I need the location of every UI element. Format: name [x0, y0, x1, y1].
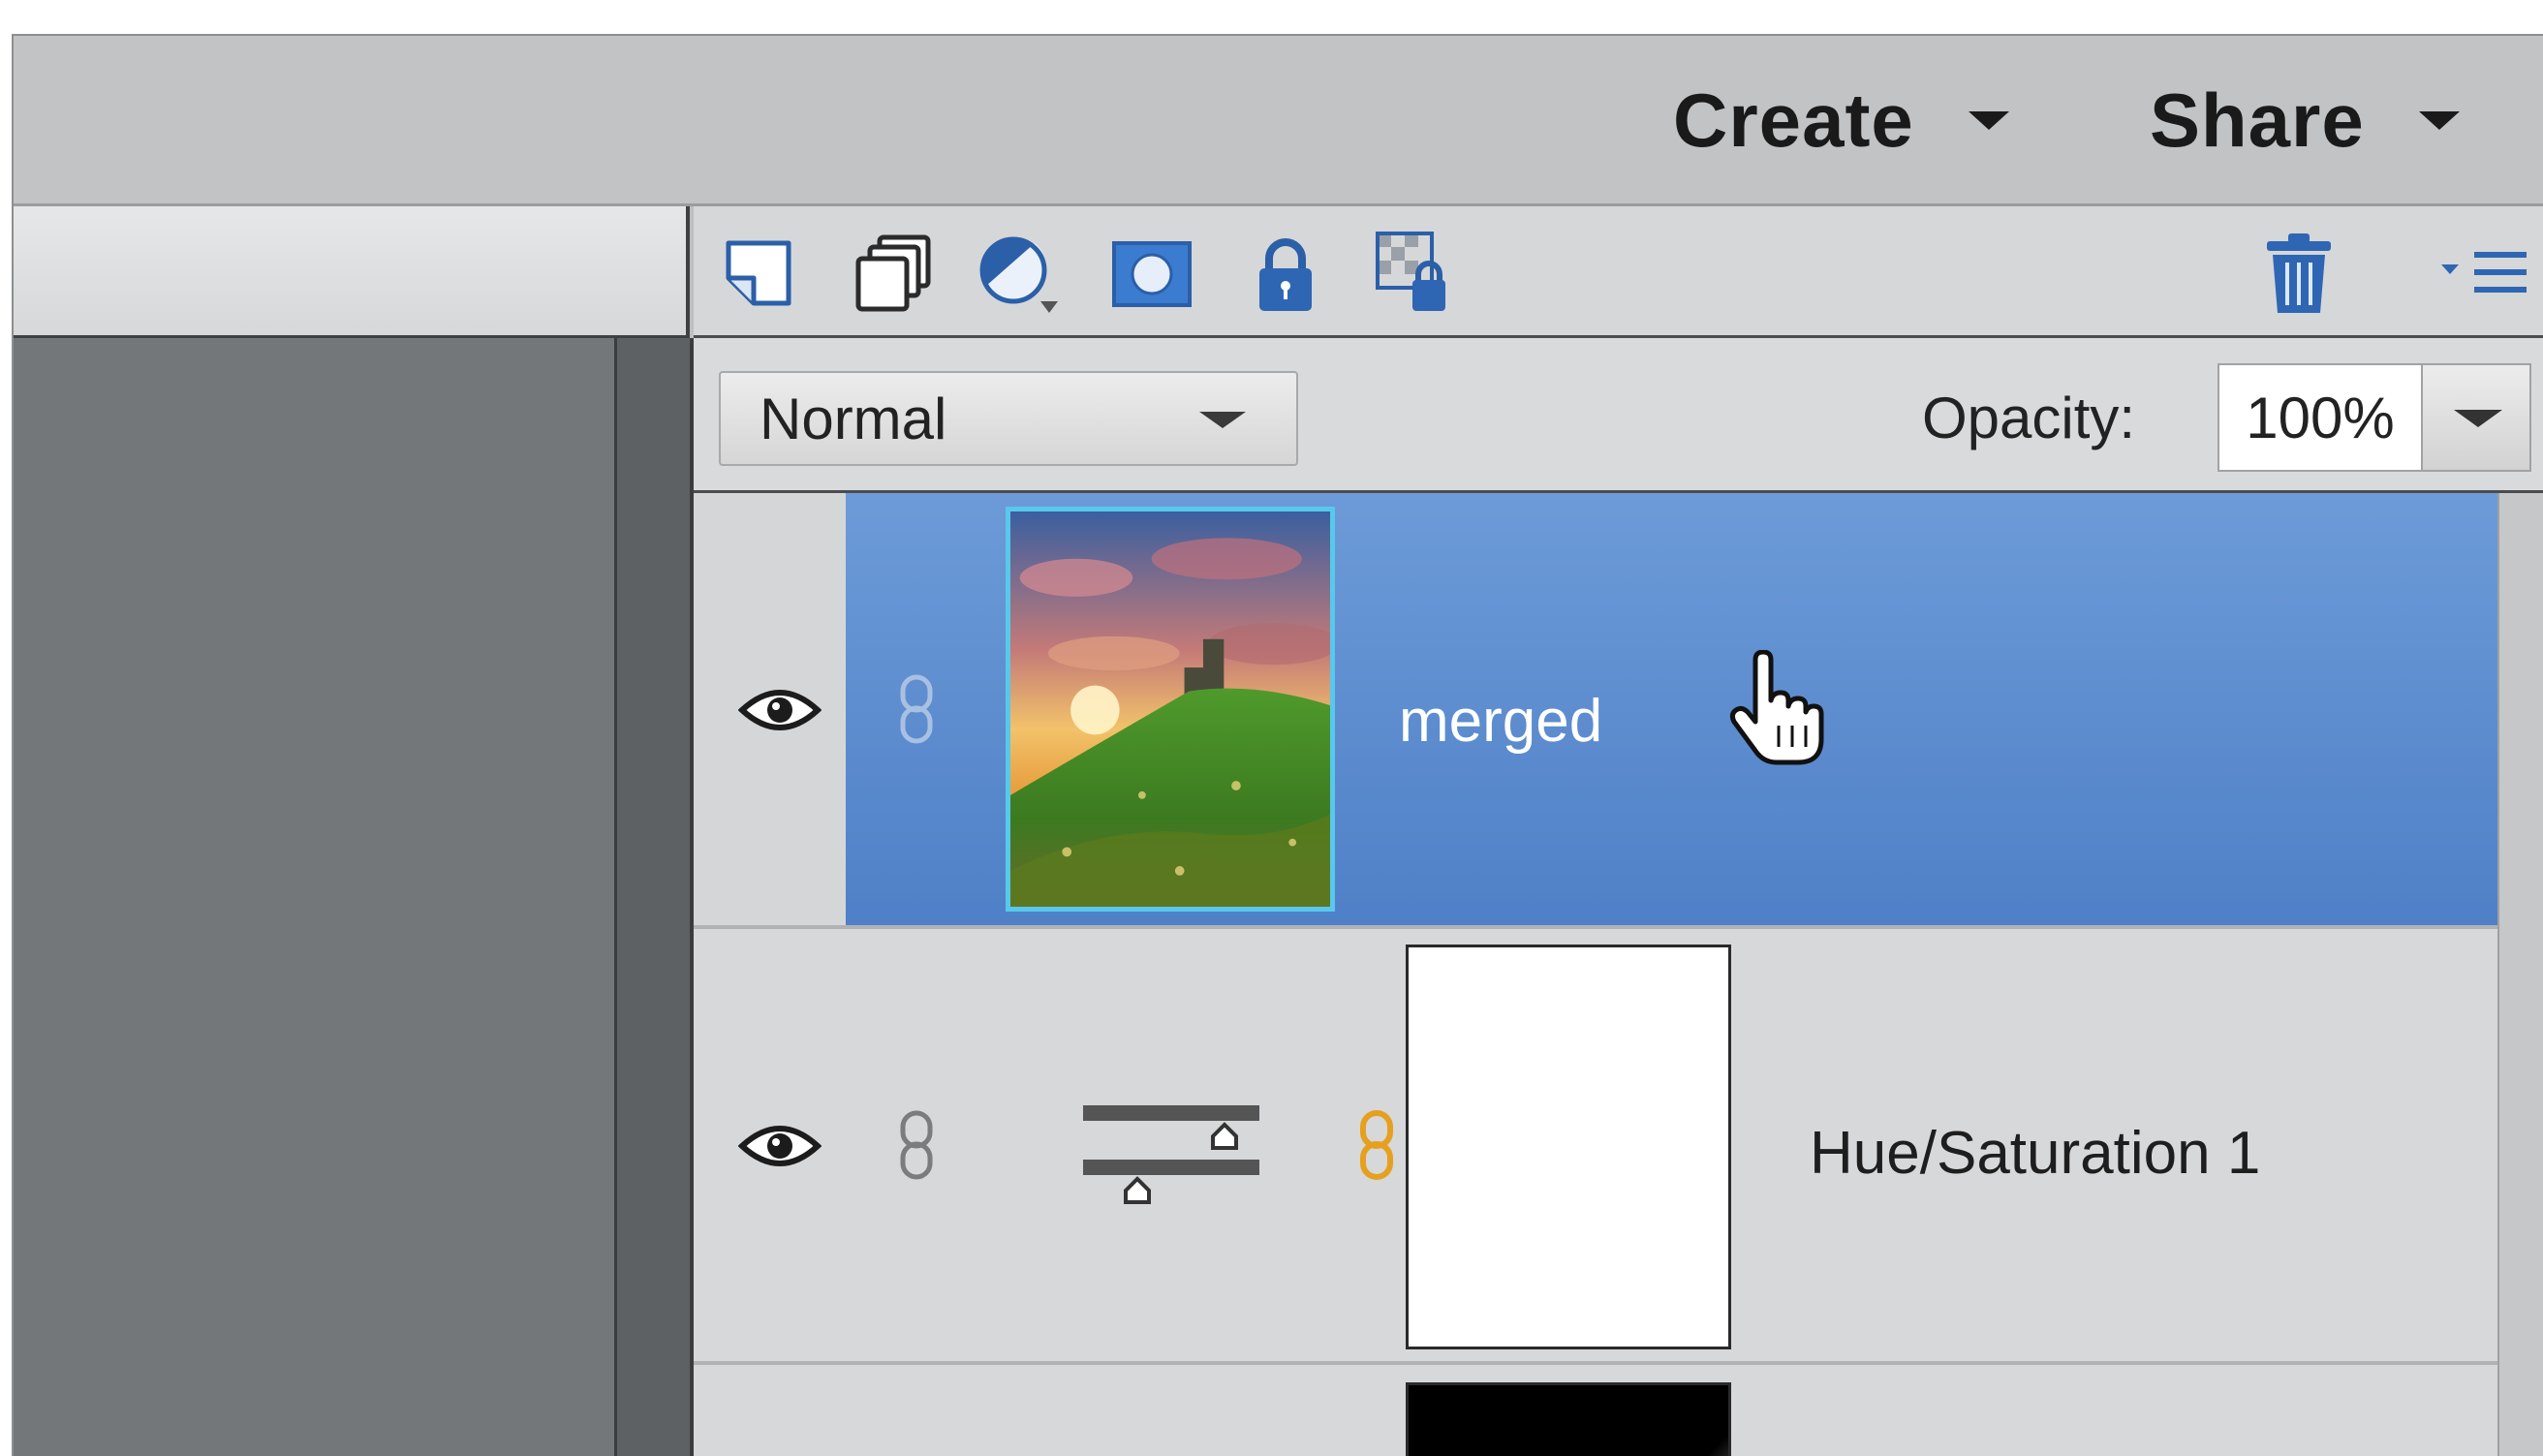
blend-mode-value: Normal — [760, 386, 947, 451]
create-label: Create — [1673, 77, 1914, 163]
layer-mask-thumbnail[interactable] — [1406, 945, 1731, 1349]
layer-row-merged[interactable]: merged — [694, 493, 2497, 929]
blend-options-row: Normal Opacity: 100% — [694, 338, 2543, 493]
layer-mask-thumbnail[interactable] — [1406, 1382, 1731, 1456]
layer-name[interactable]: merged — [1399, 687, 1602, 756]
layer-mask-icon[interactable] — [1108, 230, 1195, 317]
layers-toolbar — [694, 206, 2543, 338]
layer-row-hue-saturation[interactable]: Hue/Saturation 1 — [694, 929, 2497, 1365]
layers-scrollbar[interactable] — [2497, 493, 2543, 1456]
opacity-label: Opacity: — [1922, 386, 2136, 450]
hue-saturation-adjustment-icon[interactable] — [1079, 1088, 1263, 1224]
chevron-down-icon — [1199, 412, 1246, 428]
mask-link-icon[interactable] — [1357, 1109, 1396, 1181]
layers-panel: Normal Opacity: 100% merged Hue/Saturati… — [694, 206, 2543, 1456]
layer-name[interactable]: Hue/Saturation 1 — [1810, 1119, 2260, 1188]
layer-link-icon[interactable] — [897, 1109, 936, 1181]
chevron-down-icon — [1968, 110, 2009, 130]
layer-thumbnail-merged[interactable] — [1006, 507, 1335, 912]
chevron-down-icon — [2418, 110, 2460, 130]
layer-row-partial[interactable] — [694, 1365, 2497, 1456]
share-menu-button[interactable]: Share — [2150, 67, 2460, 173]
lock-all-icon[interactable] — [1242, 230, 1329, 317]
panel-menu-icon[interactable] — [2437, 230, 2530, 317]
new-group-icon[interactable] — [849, 230, 936, 317]
hand-cursor-icon — [1728, 649, 1825, 766]
blend-mode-select[interactable]: Normal — [719, 371, 1298, 466]
canvas-area — [14, 338, 614, 1456]
new-layer-icon[interactable] — [715, 230, 802, 317]
trash-icon[interactable] — [2255, 230, 2342, 317]
visibility-eye-icon[interactable] — [737, 681, 822, 739]
panel-divider[interactable] — [614, 338, 694, 1456]
visibility-eye-icon[interactable] — [737, 1117, 822, 1175]
left-panel-header — [14, 206, 690, 338]
share-label: Share — [2150, 77, 2365, 163]
create-menu-button[interactable]: Create — [1673, 67, 2009, 173]
opacity-dropdown-button[interactable] — [2421, 363, 2531, 472]
layer-link-icon[interactable] — [897, 673, 936, 745]
opacity-input[interactable]: 100% — [2217, 363, 2421, 472]
top-menu-bar: Create Share — [14, 36, 2543, 206]
lock-transparency-icon[interactable] — [1374, 230, 1461, 317]
adjustment-layer-icon[interactable] — [975, 230, 1062, 317]
chevron-down-icon — [2454, 410, 2502, 427]
app-frame: Create Share Normal Opacity: 100% merged… — [12, 34, 2543, 1456]
